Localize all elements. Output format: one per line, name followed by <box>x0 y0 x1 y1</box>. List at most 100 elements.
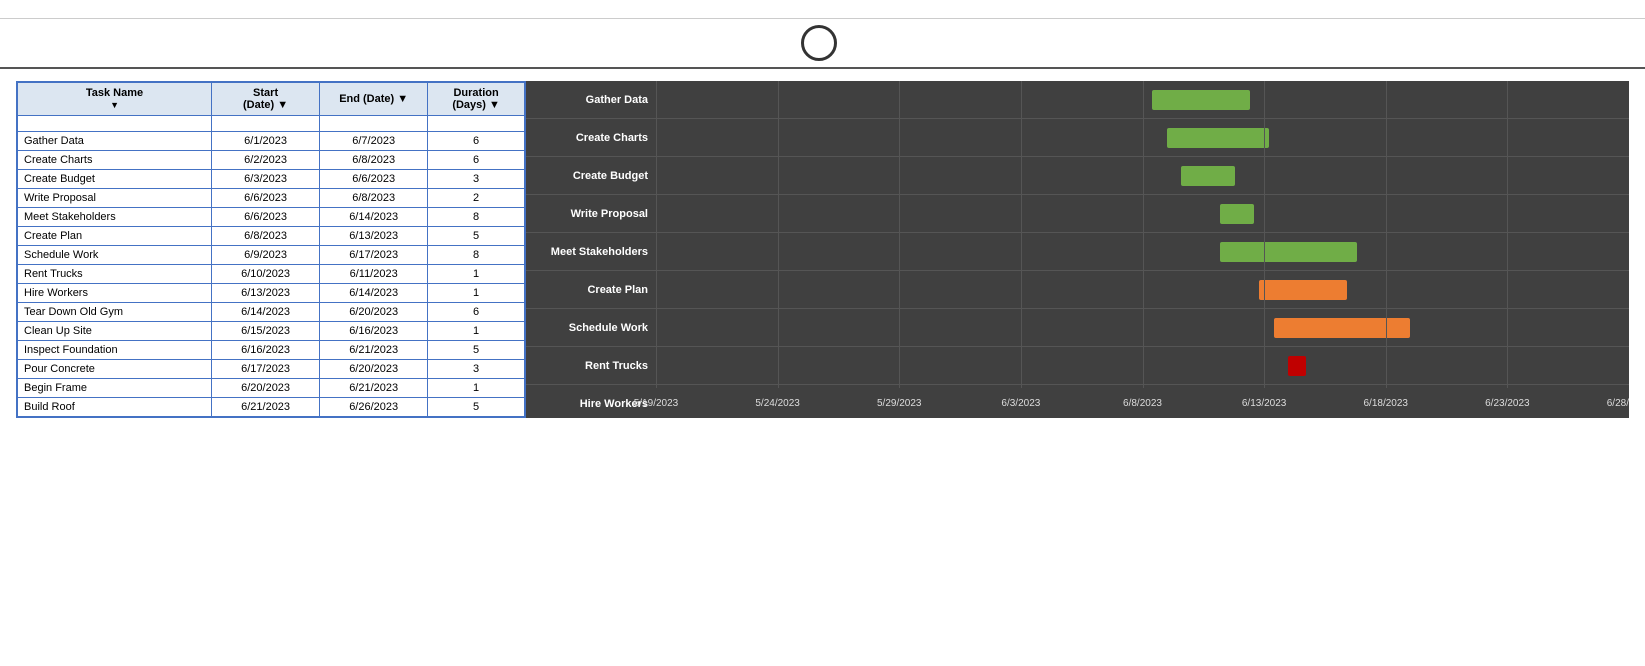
start-cell: 6/21/2023 <box>212 398 320 418</box>
col-start[interactable]: Start(Date) ▼ <box>212 82 320 116</box>
date-tick-label: 5/29/2023 <box>877 398 922 409</box>
logo <box>801 25 845 61</box>
grid-line <box>1386 81 1387 388</box>
task-name-cell: Hire Workers <box>17 284 212 303</box>
duration-cell: 6 <box>428 303 525 322</box>
duration-cell: 6 <box>428 151 525 170</box>
gantt-bar <box>1274 318 1410 338</box>
gantt-bar <box>1167 128 1269 148</box>
start-cell: 6/20/2023 <box>212 379 320 398</box>
gantt-row-label: Write Proposal <box>526 195 656 233</box>
gantt-row-label: Meet Stakeholders <box>526 233 656 271</box>
start-cell: 6/1/2023 <box>212 132 320 151</box>
start-cell: 6/8/2023 <box>212 227 320 246</box>
gantt-labels: Gather DataCreate ChartsCreate BudgetWri… <box>526 81 656 388</box>
start-cell: 6/3/2023 <box>212 170 320 189</box>
gantt-row-label: Gather Data <box>526 81 656 119</box>
task-name-cell: Create Charts <box>17 151 212 170</box>
end-cell: 6/6/2023 <box>320 170 428 189</box>
col-end[interactable]: End (Date) ▼ <box>320 82 428 116</box>
gantt-row-label: Create Budget <box>526 157 656 195</box>
date-tick-label: 6/3/2023 <box>1001 398 1040 409</box>
duration-cell: 8 <box>428 246 525 265</box>
gantt-row-label: Rent Trucks <box>526 347 656 385</box>
duration-cell: 3 <box>428 170 525 189</box>
task-name-cell: Create Plan <box>17 227 212 246</box>
duration-cell: 3 <box>428 360 525 379</box>
task-name-cell: Rent Trucks <box>17 265 212 284</box>
task-name-cell: Build Roof <box>17 398 212 418</box>
main-content: Task Name▼ Start(Date) ▼ End (Date) ▼ Du… <box>0 69 1645 430</box>
date-axis: 5/19/20235/24/20235/29/20236/3/20236/8/2… <box>656 388 1629 418</box>
start-cell: 6/9/2023 <box>212 246 320 265</box>
table-row: Tear Down Old Gym 6/14/2023 6/20/2023 6 <box>17 303 525 322</box>
header <box>0 0 1645 19</box>
end-cell: 6/21/2023 <box>320 341 428 360</box>
start-cell: 6/6/2023 <box>212 208 320 227</box>
end-cell: 6/8/2023 <box>320 189 428 208</box>
date-tick-label: 6/18/2023 <box>1364 398 1409 409</box>
end-cell: 6/16/2023 <box>320 322 428 341</box>
table-row: Begin Frame 6/20/2023 6/21/2023 1 <box>17 379 525 398</box>
gantt-bar <box>1152 90 1249 110</box>
end-cell: 6/8/2023 <box>320 151 428 170</box>
gantt-bar <box>1259 280 1347 300</box>
duration-cell: 5 <box>428 398 525 418</box>
task-name-cell: Pour Concrete <box>17 360 212 379</box>
end-cell: 6/21/2023 <box>320 379 428 398</box>
task-name-cell: Inspect Foundation <box>17 341 212 360</box>
table-row: Build Roof 6/21/2023 6/26/2023 5 <box>17 398 525 418</box>
gantt-bars-area <box>656 81 1629 388</box>
table-section: Task Name▼ Start(Date) ▼ End (Date) ▼ Du… <box>16 81 526 418</box>
duration-cell: 8 <box>428 208 525 227</box>
task-name-cell: Gather Data <box>17 132 212 151</box>
logo-initials <box>801 25 837 61</box>
gantt-bar <box>1220 242 1356 262</box>
start-cell: 6/10/2023 <box>212 265 320 284</box>
task-name-cell: Begin Frame <box>17 379 212 398</box>
end-cell: 6/20/2023 <box>320 360 428 379</box>
date-tick-label: 6/13/2023 <box>1242 398 1287 409</box>
duration-cell: 2 <box>428 189 525 208</box>
table-row: Create Charts 6/2/2023 6/8/2023 6 <box>17 151 525 170</box>
start-cell: 6/16/2023 <box>212 341 320 360</box>
task-name-cell: Meet Stakeholders <box>17 208 212 227</box>
date-tick-label: 5/24/2023 <box>755 398 800 409</box>
duration-cell: 1 <box>428 379 525 398</box>
task-name-cell: Clean Up Site <box>17 322 212 341</box>
gantt-bar <box>1288 356 1306 376</box>
start-cell: 6/13/2023 <box>212 284 320 303</box>
end-cell: 6/20/2023 <box>320 303 428 322</box>
gantt-section: Gather DataCreate ChartsCreate BudgetWri… <box>526 81 1629 418</box>
duration-cell: 1 <box>428 284 525 303</box>
table-row: Inspect Foundation 6/16/2023 6/21/2023 5 <box>17 341 525 360</box>
table-row: Schedule Work 6/9/2023 6/17/2023 8 <box>17 246 525 265</box>
date-tick-label: 5/19/2023 <box>634 398 679 409</box>
gantt-inner: Gather DataCreate ChartsCreate BudgetWri… <box>526 81 1629 418</box>
gantt-row-label: Create Plan <box>526 271 656 309</box>
col-task[interactable]: Task Name▼ <box>17 82 212 116</box>
gantt-row-label: Create Charts <box>526 119 656 157</box>
table-row: Hire Workers 6/13/2023 6/14/2023 1 <box>17 284 525 303</box>
table-row: Clean Up Site 6/15/2023 6/16/2023 1 <box>17 322 525 341</box>
grid-line <box>899 81 900 388</box>
date-tick-label: 6/8/2023 <box>1123 398 1162 409</box>
end-cell: 6/13/2023 <box>320 227 428 246</box>
table-row: Create Budget 6/3/2023 6/6/2023 3 <box>17 170 525 189</box>
table-row: Create Plan 6/8/2023 6/13/2023 5 <box>17 227 525 246</box>
duration-cell: 5 <box>428 227 525 246</box>
grid-line <box>778 81 779 388</box>
col-duration[interactable]: Duration(Days) ▼ <box>428 82 525 116</box>
gantt-table: Task Name▼ Start(Date) ▼ End (Date) ▼ Du… <box>16 81 526 418</box>
table-row: Pour Concrete 6/17/2023 6/20/2023 3 <box>17 360 525 379</box>
table-row: Rent Trucks 6/10/2023 6/11/2023 1 <box>17 265 525 284</box>
task-name-cell: Schedule Work <box>17 246 212 265</box>
start-cell: 6/17/2023 <box>212 360 320 379</box>
grid-line <box>1021 81 1022 388</box>
duration-cell: 5 <box>428 341 525 360</box>
end-cell: 6/14/2023 <box>320 284 428 303</box>
grid-line <box>1143 81 1144 388</box>
start-cell: 6/6/2023 <box>212 189 320 208</box>
start-cell: 6/2/2023 <box>212 151 320 170</box>
task-name-cell: Create Budget <box>17 170 212 189</box>
